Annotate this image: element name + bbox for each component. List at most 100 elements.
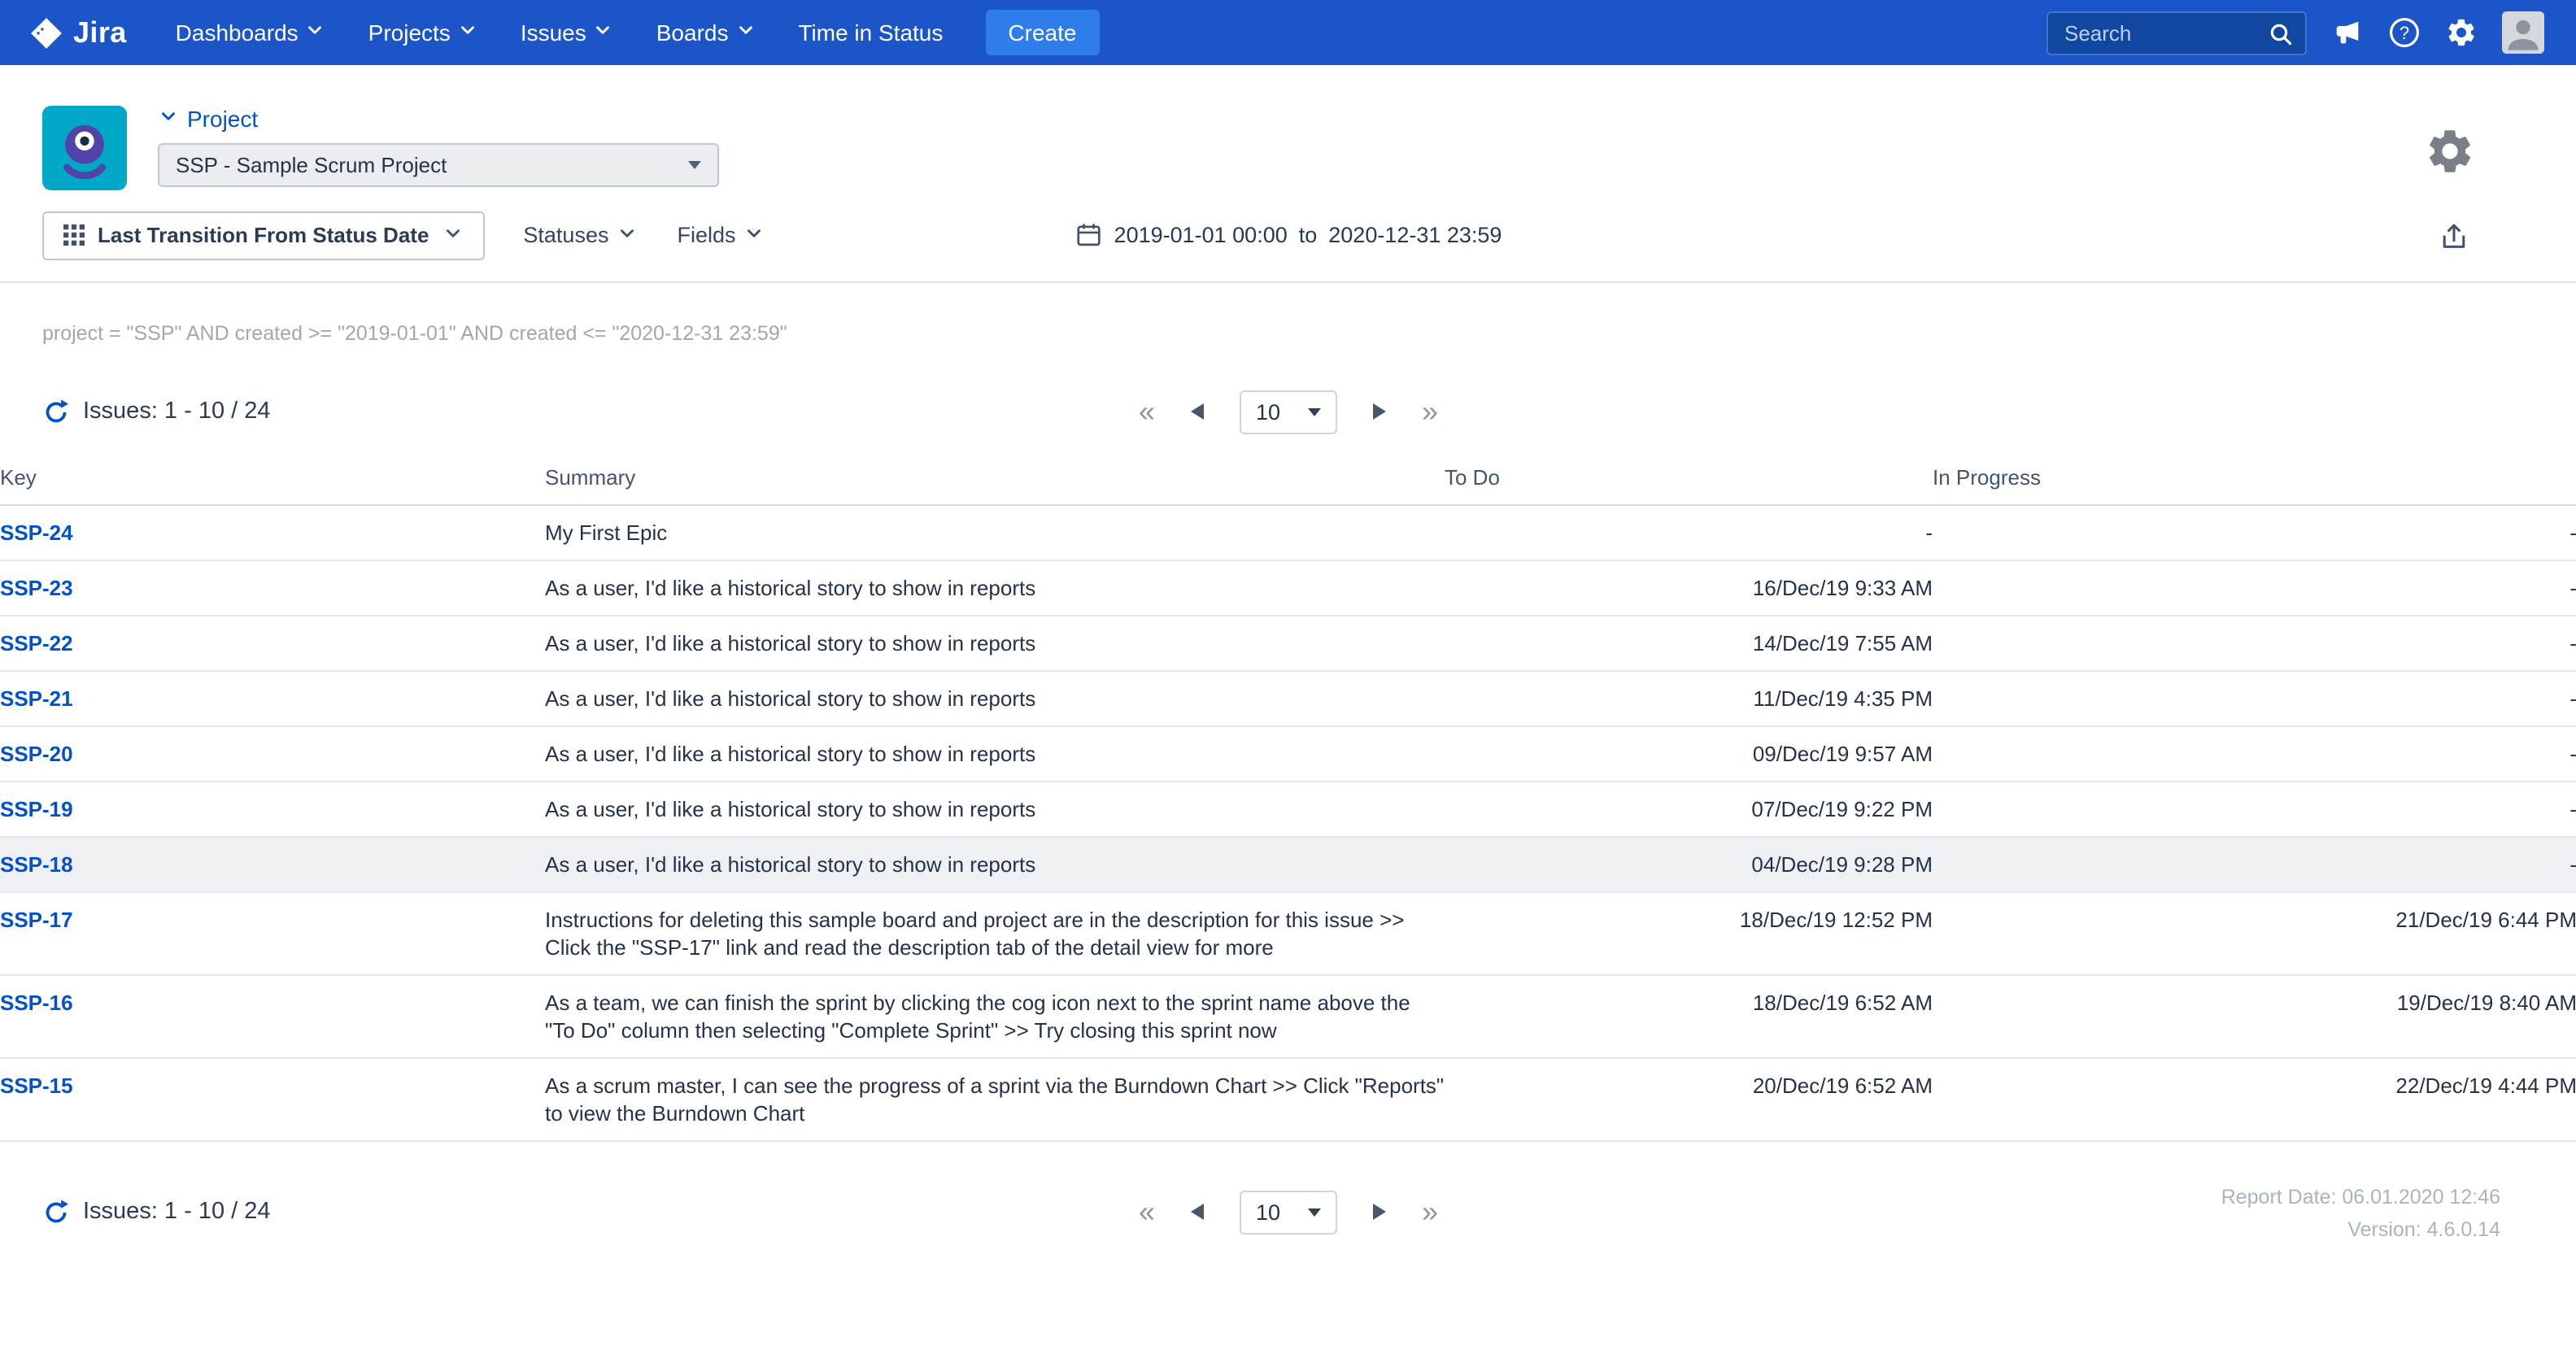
refresh-icon[interactable] [42, 1198, 70, 1226]
select-arrow-icon [1308, 407, 1321, 416]
report-type-label: Last Transition From Status Date [98, 223, 429, 247]
issue-key-link[interactable]: SSP-21 [0, 686, 73, 711]
issue-todo-date: 18/Dec/19 6:52 AM [1445, 975, 1933, 1058]
page-size-select[interactable]: 10 [1240, 390, 1337, 433]
column-header-summary[interactable]: Summary [545, 465, 1445, 505]
select-arrow-icon [688, 161, 701, 169]
report-toolbar: Last Transition From Status Date Statuse… [0, 211, 2576, 283]
issues-bar-top: Issues: 1 - 10 / 24 « 10 » [0, 387, 2576, 436]
table-row: SSP-24 My First Epic - - [0, 505, 2576, 560]
previous-page-button[interactable] [1191, 1204, 1204, 1220]
issue-key-link[interactable]: SSP-18 [0, 852, 73, 877]
project-avatar[interactable] [42, 106, 127, 190]
issue-key-link[interactable]: SSP-24 [0, 520, 73, 545]
issue-key-link[interactable]: SSP-19 [0, 797, 73, 821]
refresh-icon[interactable] [42, 398, 70, 425]
nav-issues-label: Issues [521, 20, 586, 46]
project-header: Project SSP - Sample Scrum Project [0, 65, 2576, 211]
chevron-down-icon [158, 106, 179, 132]
date-from[interactable]: 2019-01-01 00:00 [1114, 223, 1288, 247]
nav-issues[interactable]: Issues [521, 20, 614, 46]
project-meta: Project SSP - Sample Scrum Project [158, 106, 719, 190]
export-icon[interactable] [2439, 221, 2469, 260]
help-icon[interactable]: ? [2388, 16, 2421, 49]
table-header-row: Key Summary To Do In Progress [0, 465, 2576, 505]
issue-key-link[interactable]: SSP-16 [0, 991, 73, 1015]
issue-inprogress-date: 22/Dec/19 4:44 PM [1933, 1058, 2576, 1141]
chevron-down-icon [744, 222, 765, 248]
next-page-button[interactable] [1373, 403, 1386, 420]
table-row: SSP-22 As a user, I'd like a historical … [0, 616, 2576, 671]
issue-key-link[interactable]: SSP-20 [0, 742, 73, 766]
issue-todo-date: 20/Dec/19 6:52 AM [1445, 1058, 1933, 1141]
first-page-button[interactable]: « [1139, 397, 1155, 426]
jira-mark-icon [29, 15, 63, 50]
next-page-button[interactable] [1373, 1204, 1386, 1220]
date-range-picker[interactable]: 2019-01-01 00:00 to 2020-12-31 23:59 [1075, 221, 1502, 249]
table-row: SSP-17 Instructions for deleting this sa… [0, 892, 2576, 975]
chevron-down-icon [734, 20, 756, 46]
previous-page-button[interactable] [1191, 403, 1204, 420]
column-header-key[interactable]: Key [0, 465, 545, 505]
project-label-row[interactable]: Project [158, 106, 719, 132]
statuses-dropdown[interactable]: Statuses [523, 222, 638, 248]
table-row: SSP-15 As a scrum master, I can see the … [0, 1058, 2576, 1141]
project-select[interactable]: SSP - Sample Scrum Project [158, 143, 719, 187]
issue-summary: As a user, I'd like a historical story t… [545, 837, 1445, 892]
chevron-down-icon [617, 222, 638, 248]
page-size-value: 10 [1256, 399, 1280, 424]
date-to[interactable]: 2020-12-31 23:59 [1328, 223, 1502, 247]
table-row: SSP-23 As a user, I'd like a historical … [0, 560, 2576, 616]
svg-text:?: ? [2399, 23, 2409, 43]
report-settings-gear-icon[interactable] [2424, 125, 2476, 185]
jira-brand-text: Jira [73, 15, 127, 50]
date-to-word: to [1299, 223, 1318, 247]
issue-summary: As a user, I'd like a historical story t… [545, 671, 1445, 726]
nav-projects[interactable]: Projects [368, 20, 478, 46]
issue-summary: As a user, I'd like a historical story t… [545, 560, 1445, 616]
issue-summary: As a user, I'd like a historical story t… [545, 616, 1445, 671]
issue-key-link[interactable]: SSP-22 [0, 631, 73, 655]
fields-dropdown[interactable]: Fields [677, 222, 765, 248]
issue-todo-date: 09/Dec/19 9:57 AM [1445, 726, 1933, 782]
issues-table: Key Summary To Do In Progress SSP-24 My … [0, 465, 2576, 1142]
first-page-button[interactable]: « [1139, 1197, 1155, 1226]
search-input[interactable] [2048, 12, 2305, 53]
report-meta: Report Date: 06.01.2020 12:46 Version: 4… [2221, 1181, 2500, 1246]
create-button[interactable]: Create [985, 10, 1099, 55]
project-label: Project [187, 106, 258, 132]
megaphone-icon[interactable] [2331, 16, 2364, 49]
report-type-button[interactable]: Last Transition From Status Date [42, 211, 484, 259]
search-box [2046, 11, 2307, 54]
column-header-in-progress[interactable]: In Progress [1933, 465, 2576, 505]
nav-dashboards[interactable]: Dashboards [176, 20, 326, 46]
issue-summary: My First Epic [545, 505, 1445, 560]
issue-inprogress-date: - [1933, 505, 2576, 560]
report-version: Version: 4.6.0.14 [2221, 1213, 2500, 1246]
nav-time-in-status[interactable]: Time in Status [798, 20, 943, 46]
search-icon[interactable] [2268, 20, 2294, 54]
project-select-value: SSP - Sample Scrum Project [176, 153, 447, 177]
issues-count-label: Issues: 1 - 10 / 24 [83, 1199, 271, 1225]
last-page-button[interactable]: » [1422, 1197, 1438, 1226]
issue-key-link[interactable]: SSP-17 [0, 908, 73, 932]
navbar-right: ? [2046, 11, 2544, 54]
page-size-select[interactable]: 10 [1240, 1190, 1337, 1234]
gear-icon[interactable] [2445, 16, 2478, 49]
chevron-down-icon [305, 20, 326, 46]
issues-count-label: Issues: 1 - 10 / 24 [83, 398, 271, 425]
issue-key-link[interactable]: SSP-15 [0, 1073, 73, 1098]
table-row: SSP-20 As a user, I'd like a historical … [0, 726, 2576, 782]
user-avatar[interactable] [2502, 11, 2544, 54]
issues-bar-bottom: Issues: 1 - 10 / 24 « 10 » Report Date: … [0, 1187, 2576, 1236]
issue-todo-date: - [1445, 505, 1933, 560]
issue-key-link[interactable]: SSP-23 [0, 576, 73, 600]
statuses-label: Statuses [523, 223, 608, 247]
column-header-todo[interactable]: To Do [1445, 465, 1933, 505]
jira-logo[interactable]: Jira [29, 15, 127, 50]
last-page-button[interactable]: » [1422, 397, 1438, 426]
chevron-down-icon [442, 222, 463, 248]
issue-todo-date: 18/Dec/19 12:52 PM [1445, 892, 1933, 975]
top-navbar: Jira Dashboards Projects Issues Boards T… [0, 0, 2576, 65]
nav-boards[interactable]: Boards [656, 20, 756, 46]
